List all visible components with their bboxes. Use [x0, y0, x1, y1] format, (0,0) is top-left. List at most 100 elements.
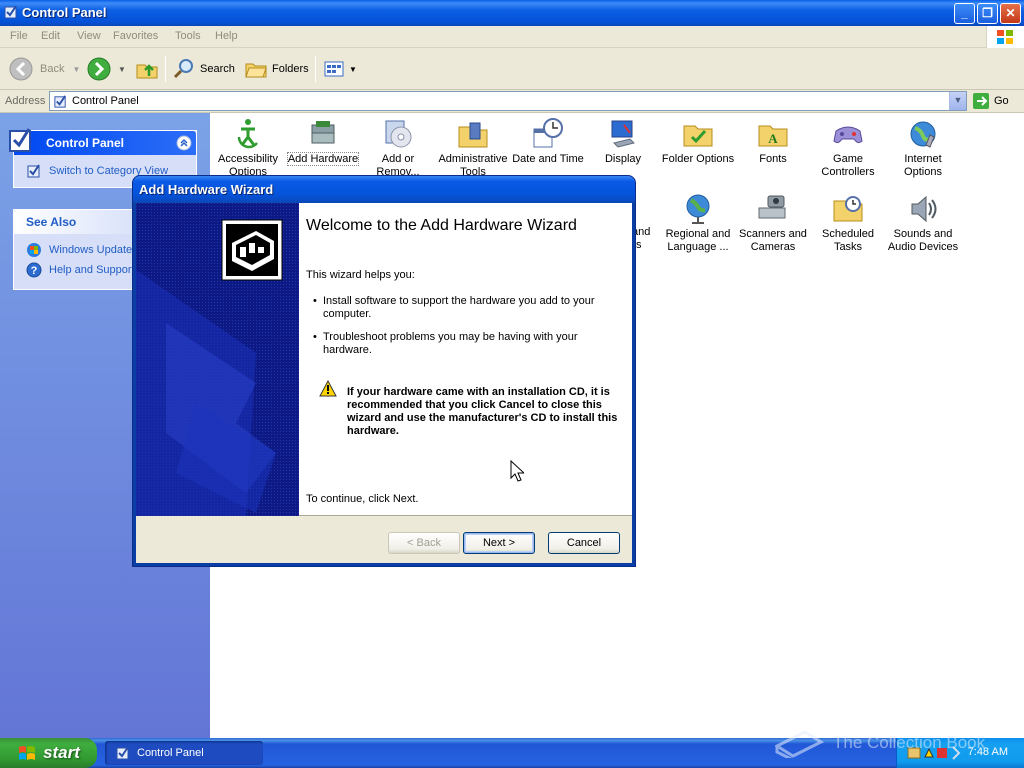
menu-file[interactable]: File: [10, 30, 28, 42]
windows-flag-icon: [19, 746, 36, 760]
menu-help[interactable]: Help: [215, 30, 238, 42]
close-button[interactable]: ✕: [1000, 3, 1021, 24]
mouse-cursor-icon: [510, 460, 524, 482]
folder-options-icon: [683, 125, 713, 147]
toolbar: Back ▼ ▼ Search Folders ▼: [0, 48, 1024, 90]
game-controller-icon: [833, 126, 863, 144]
warning-icon: [319, 380, 337, 397]
minimize-button[interactable]: _: [954, 3, 975, 24]
wizard-heading: Welcome to the Add Hardware Wizard: [306, 217, 577, 234]
wizard-content: Welcome to the Add Hardware Wizard This …: [299, 203, 632, 516]
panel-title: See Also: [26, 215, 77, 229]
menu-favorites[interactable]: Favorites: [113, 30, 158, 42]
internet-options-icon: [910, 121, 936, 148]
folder-options-item[interactable]: Folder Options: [660, 117, 736, 166]
panel-title: Control Panel: [46, 136, 125, 150]
warning-text: If your hardware came with an installati…: [347, 386, 618, 437]
address-label: Address: [5, 95, 46, 107]
svg-text:A: A: [768, 131, 778, 146]
menu-tools[interactable]: Tools: [175, 30, 201, 42]
dialog-title: Add Hardware Wizard: [139, 182, 274, 197]
forward-button[interactable]: ▼: [86, 54, 126, 84]
panel-header[interactable]: Control Panel: [9, 128, 196, 155]
back-button[interactable]: Back ▼: [8, 54, 80, 84]
speaker-icon: [911, 195, 937, 223]
windows-update-icon: [27, 243, 41, 257]
views-dropdown-icon[interactable]: ▼: [349, 65, 357, 74]
search-icon: [173, 59, 193, 79]
display-icon: [611, 120, 635, 148]
svg-text:?: ?: [31, 265, 38, 277]
toolbar-separator: [315, 56, 316, 82]
menu-edit[interactable]: Edit: [41, 30, 60, 42]
globe-icon: [686, 194, 710, 224]
address-dropdown-icon[interactable]: ▼: [949, 92, 966, 110]
start-label: start: [43, 743, 80, 762]
administrative-tools-icon: [458, 122, 488, 148]
regional-language-item[interactable]: Regional and Language ...: [660, 192, 736, 254]
wizard-intro: This wizard helps you:: [306, 269, 415, 281]
back-dropdown-icon[interactable]: ▼: [72, 65, 80, 74]
go-button[interactable]: Go: [972, 92, 1009, 110]
game-controllers-item[interactable]: Game Controllers: [810, 117, 886, 179]
add-hardware-wizard-dialog: Add Hardware Wizard Welcome to the Add H…: [133, 176, 635, 566]
start-button[interactable]: start: [0, 738, 97, 768]
bullet-troubleshoot: Troubleshoot problems you may be having …: [313, 331, 603, 357]
tray-icons[interactable]: [907, 745, 967, 761]
bullet-install-software: Install software to support the hardware…: [313, 295, 603, 321]
date-time-icon: [533, 118, 563, 148]
taskbar-item-control-panel[interactable]: Control Panel: [105, 741, 263, 765]
help-icon: ?: [26, 262, 42, 278]
back-arrow-icon: [9, 57, 33, 81]
forward-arrow-icon: [87, 57, 111, 81]
date-and-time-item[interactable]: Date and Time: [510, 117, 586, 166]
scheduled-tasks-icon: [833, 196, 863, 222]
add-remove-programs-item[interactable]: Add or Remov...: [360, 117, 436, 179]
window-title: Control Panel: [22, 5, 107, 20]
folders-button[interactable]: Folders: [244, 54, 309, 84]
control-panel-icon: [4, 5, 17, 19]
control-panel-icon: [54, 95, 66, 108]
up-folder-button[interactable]: [134, 54, 160, 84]
administrative-tools-item[interactable]: Administrative Tools: [435, 117, 511, 179]
scanner-camera-icon: [758, 195, 786, 219]
windows-logo-icon: [986, 26, 1024, 48]
next-button[interactable]: Next >: [463, 532, 535, 554]
title-bar[interactable]: Control Panel _ ❐ ✕: [0, 0, 1024, 26]
dialog-title-bar[interactable]: Add Hardware Wizard: [133, 176, 635, 203]
address-input[interactable]: Control Panel ▼: [49, 91, 967, 111]
views-button[interactable]: ▼: [322, 54, 357, 84]
clock: 7:48 AM: [967, 746, 1008, 758]
control-panel-icon: [116, 746, 129, 760]
restore-button[interactable]: ❐: [977, 3, 998, 24]
scheduled-tasks-item[interactable]: Scheduled Tasks: [810, 192, 886, 254]
system-tray: 7:48 AM: [896, 738, 1024, 768]
views-icon: [324, 61, 344, 77]
fonts-item[interactable]: A Fonts: [735, 117, 811, 166]
fonts-icon: A: [758, 125, 788, 147]
wizard-banner: [136, 203, 299, 516]
display-item[interactable]: Display: [585, 117, 661, 166]
accessibility-icon: [237, 119, 258, 149]
address-bar: Address Control Panel ▼ Go: [0, 90, 1024, 113]
wizard-banner-art: [136, 203, 299, 516]
collapse-chevron-icon[interactable]: [176, 135, 192, 151]
up-folder-icon: [136, 64, 158, 79]
accessibility-options-item[interactable]: Accessibility Options: [210, 117, 286, 179]
forward-dropdown-icon[interactable]: ▼: [118, 65, 126, 74]
address-value: Control Panel: [72, 95, 139, 107]
menu-bar: File Edit View Favorites Tools Help: [0, 26, 1024, 48]
taskbar: start Control Panel 7:48 AM: [0, 738, 1024, 768]
continue-instruction: To continue, click Next.: [306, 493, 419, 505]
add-remove-programs-icon: [385, 120, 412, 148]
control-panel-icon: [9, 128, 31, 152]
internet-options-item[interactable]: Internet Options: [885, 117, 961, 179]
cancel-button[interactable]: Cancel: [548, 532, 620, 554]
search-button[interactable]: Search: [172, 54, 235, 84]
sounds-audio-devices-item[interactable]: Sounds and Audio Devices: [885, 192, 961, 254]
folders-icon: [245, 63, 267, 78]
scanners-cameras-item[interactable]: Scanners and Cameras: [735, 192, 811, 254]
back-button-dialog[interactable]: < Back: [388, 532, 460, 554]
add-hardware-item[interactable]: Add Hardware: [285, 117, 361, 166]
menu-view[interactable]: View: [77, 30, 101, 42]
